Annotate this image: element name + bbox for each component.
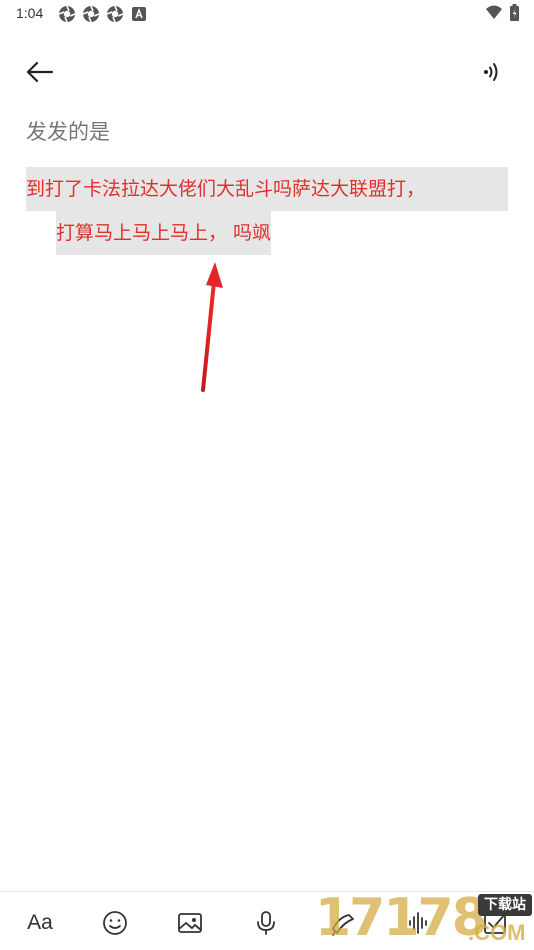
status-notification-icons xyxy=(58,5,148,23)
status-bar: 1:04 xyxy=(0,0,534,28)
insert-image-button[interactable] xyxy=(173,906,207,940)
note-body-line[interactable]: 打算马上马上马上， 吗飒 xyxy=(56,211,272,255)
back-arrow-icon[interactable] xyxy=(20,54,60,90)
mic-icon xyxy=(257,911,275,935)
status-system-icons xyxy=(485,4,520,22)
watermark-logo: 17178 xyxy=(315,888,488,948)
status-time: 1:04 xyxy=(16,5,44,21)
aperture-icon xyxy=(82,5,100,23)
note-title[interactable]: 发发的是 xyxy=(26,116,110,146)
battery-icon xyxy=(510,4,519,21)
emoji-button[interactable] xyxy=(98,906,132,940)
wifi-icon xyxy=(486,5,502,19)
note-body-editor[interactable]: 到打了卡法拉达大佬们大乱斗吗萨达大联盟打， 打算马上马上马上， 吗飒 xyxy=(26,167,508,255)
watermark-suffix: .COM xyxy=(468,920,526,945)
emoji-icon xyxy=(103,911,127,935)
image-icon xyxy=(178,913,202,933)
watermark-badge: 下载站 xyxy=(478,894,532,916)
read-aloud-icon[interactable] xyxy=(478,58,506,86)
note-body-line[interactable]: 到打了卡法拉达大佬们大乱斗吗萨达大联盟打， xyxy=(26,167,508,211)
note-top-bar xyxy=(0,48,534,96)
aperture-icon xyxy=(106,5,124,23)
text-format-button[interactable]: Aa xyxy=(22,906,58,940)
a-badge-icon xyxy=(132,7,146,21)
aperture-icon xyxy=(58,5,76,23)
voice-input-button[interactable] xyxy=(249,906,283,940)
annotation-arrow-icon xyxy=(201,262,223,392)
